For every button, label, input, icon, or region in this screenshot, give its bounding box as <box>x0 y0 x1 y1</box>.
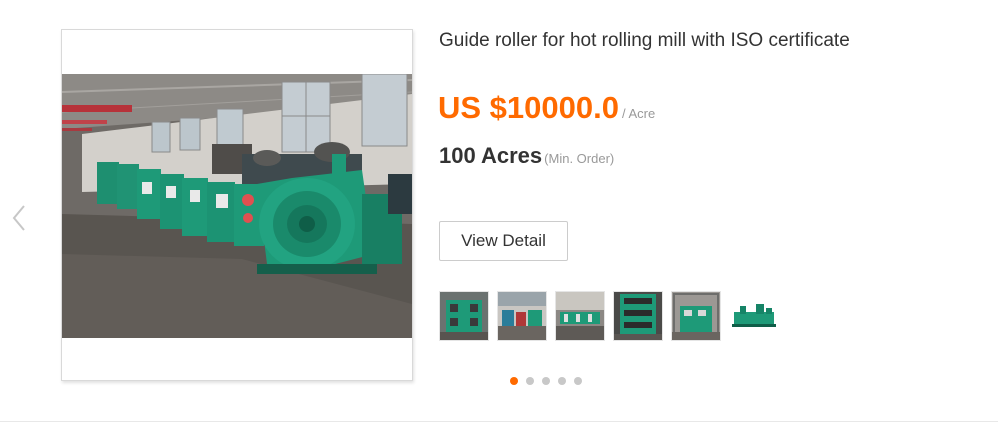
thumbnail-6[interactable] <box>729 291 779 341</box>
thumbnail-2[interactable] <box>497 291 547 341</box>
prev-arrow-button[interactable] <box>6 200 30 236</box>
pagination-dot-4[interactable] <box>558 377 566 385</box>
min-order-note: (Min. Order) <box>544 151 615 166</box>
min-order-row: 100 Acres (Min. Order) <box>439 143 614 169</box>
factory-photo <box>62 74 412 338</box>
price-unit: / Acre <box>621 106 656 121</box>
product-title[interactable]: Guide roller for hot rolling mill with I… <box>439 30 850 52</box>
thumbnail-1[interactable] <box>439 291 489 341</box>
pagination-dot-1[interactable] <box>510 377 518 385</box>
price-row: US $10000.0/ Acre <box>438 90 655 126</box>
min-order-quantity: 100 Acres <box>439 143 543 168</box>
thumbnail-strip <box>439 291 779 341</box>
thumbnail-5[interactable] <box>671 291 721 341</box>
section-divider <box>0 421 998 422</box>
pagination-dot-2[interactable] <box>526 377 534 385</box>
pagination-dot-5[interactable] <box>574 377 582 385</box>
pagination-dot-3[interactable] <box>542 377 550 385</box>
thumbnail-3[interactable] <box>555 291 605 341</box>
thumbnail-4[interactable] <box>613 291 663 341</box>
main-product-image[interactable] <box>61 29 413 381</box>
view-detail-button[interactable]: View Detail <box>439 221 568 261</box>
price: US $10000.0 <box>438 90 619 125</box>
chevron-left-icon <box>12 205 25 231</box>
pagination-dots <box>510 377 582 385</box>
